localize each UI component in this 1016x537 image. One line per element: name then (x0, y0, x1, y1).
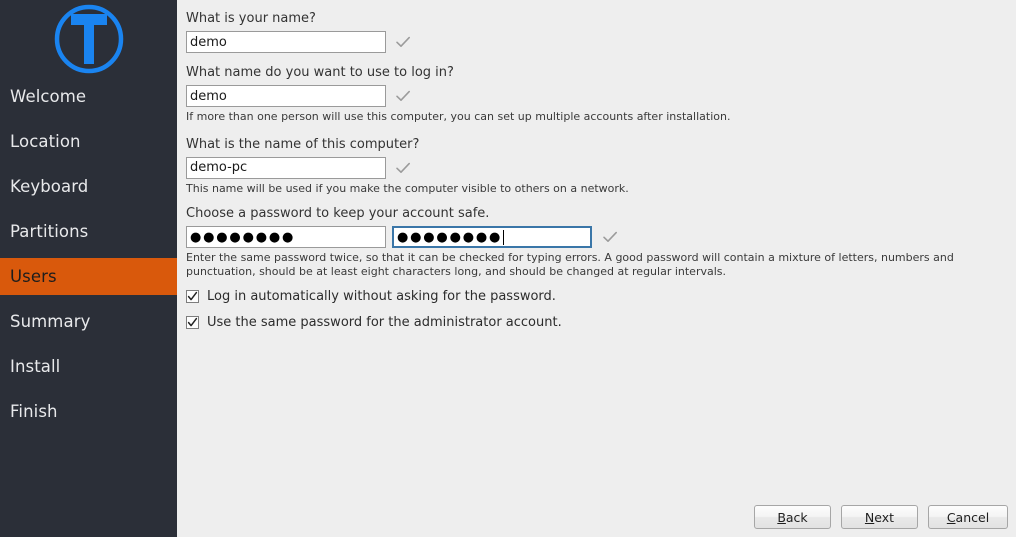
sidebar-item-label: Welcome (10, 87, 87, 106)
sidebar-item-label: Keyboard (10, 177, 89, 196)
valid-check-icon (396, 162, 410, 173)
back-button[interactable]: Back (754, 505, 831, 529)
checkmark-icon (187, 291, 198, 301)
hostname-input[interactable] (186, 156, 386, 179)
sidebar-item-users[interactable]: Users (0, 258, 177, 295)
valid-check-icon (396, 36, 410, 47)
password-masked-value: ●●●●●●●● (190, 229, 296, 245)
password-row: ●●●●●●●● ●●●●●●●● (186, 226, 1008, 248)
fullname-row (186, 31, 1008, 53)
fullname-label: What is your name? (186, 11, 316, 26)
same-admin-password-checkbox[interactable] (186, 316, 199, 329)
fullname-input[interactable] (186, 31, 386, 53)
sidebar-item-finish[interactable]: Finish (0, 393, 177, 430)
logo-container (0, 0, 177, 78)
sidebar-item-label: Partitions (10, 222, 89, 241)
sidebar-item-location[interactable]: Location (0, 123, 177, 160)
hostname-hint: This name will be used if you make the c… (186, 181, 629, 195)
installer-logo-icon (54, 4, 123, 73)
sidebar-item-label: Users (10, 267, 57, 286)
hostname-label: What is the name of this computer? (186, 136, 420, 152)
cancel-button-mnemonic: C (946, 509, 956, 525)
password-repeat-input[interactable]: ●●●●●●●● (392, 226, 592, 248)
password-hint: Enter the same password twice, so that i… (186, 251, 954, 278)
next-button-mnemonic: N (864, 509, 875, 525)
loginname-input[interactable] (186, 85, 386, 107)
valid-check-icon (396, 90, 410, 101)
checkmark-icon (187, 317, 198, 327)
hostname-row (186, 156, 1008, 179)
cancel-button-post: ancel (955, 509, 990, 525)
text-caret (503, 229, 505, 245)
next-button-post: ext (874, 509, 895, 525)
loginname-hint: If more than one person will use this co… (186, 110, 731, 123)
same-admin-password-row[interactable]: Use the same password for the administra… (186, 315, 1008, 330)
autologin-checkbox[interactable] (186, 290, 199, 303)
user-setup-form: What is your name? What name do you want… (186, 10, 1008, 330)
back-button-mnemonic: B (777, 509, 786, 525)
sidebar-item-keyboard[interactable]: Keyboard (0, 168, 177, 205)
main-panel: What is your name? What name do you want… (177, 0, 1016, 537)
valid-check-icon (603, 231, 617, 242)
sidebar-item-label: Install (10, 357, 61, 376)
sidebar-nav: Welcome Location Keyboard Partitions Use… (0, 78, 177, 430)
sidebar-item-welcome[interactable]: Welcome (0, 78, 177, 115)
sidebar-item-install[interactable]: Install (0, 348, 177, 385)
sidebar: Welcome Location Keyboard Partitions Use… (0, 0, 177, 537)
sidebar-item-partitions[interactable]: Partitions (0, 213, 177, 250)
same-admin-password-label: Use the same password for the administra… (207, 315, 562, 330)
autologin-row[interactable]: Log in automatically without asking for … (186, 289, 1008, 304)
autologin-label: Log in automatically without asking for … (207, 289, 556, 304)
password-repeat-masked-value: ●●●●●●●● (397, 229, 503, 245)
sidebar-item-summary[interactable]: Summary (0, 303, 177, 340)
sidebar-item-label: Summary (10, 312, 91, 331)
back-button-post: ack (785, 509, 808, 525)
password-label: Choose a password to keep your account s… (186, 206, 490, 221)
password-input[interactable]: ●●●●●●●● (186, 226, 386, 248)
loginname-row (186, 85, 1008, 107)
loginname-label: What name do you want to use to log in? (186, 65, 454, 80)
installer-window: Welcome Location Keyboard Partitions Use… (0, 0, 1016, 537)
next-button[interactable]: Next (841, 505, 918, 529)
wizard-buttons: Back Next Cancel (754, 505, 1008, 529)
cancel-button[interactable]: Cancel (928, 505, 1008, 529)
sidebar-item-label: Finish (10, 402, 58, 421)
sidebar-item-label: Location (10, 132, 81, 151)
